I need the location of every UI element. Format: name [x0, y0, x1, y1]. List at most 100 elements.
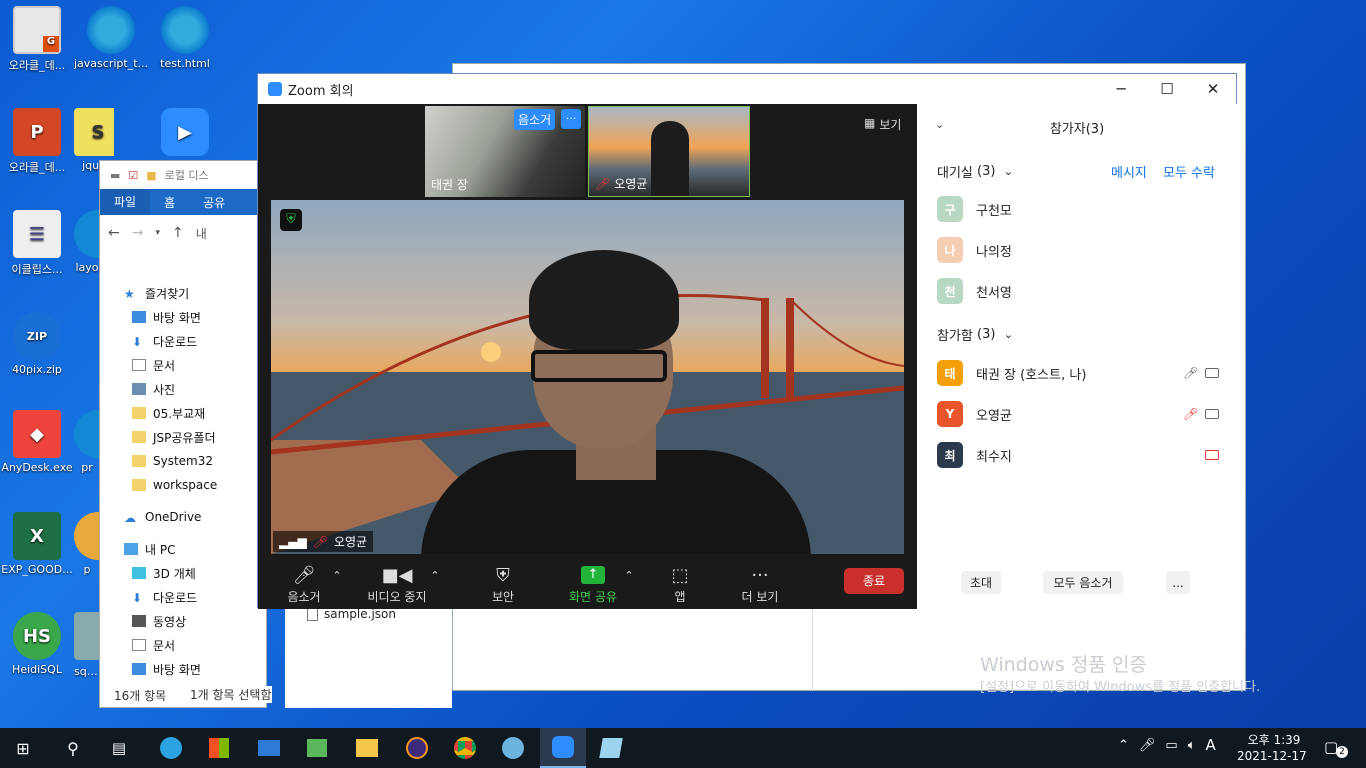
nav-item[interactable]: 바탕 화면 — [100, 305, 266, 329]
tab-home[interactable]: 홈 — [150, 194, 189, 211]
view-button[interactable]: ▦ 보기 — [864, 116, 901, 133]
mic-muted-icon[interactable]: 🎤︎ — [1183, 407, 1198, 421]
desktop-icon[interactable]: ZIP 40pix.zip — [0, 312, 74, 376]
up-icon[interactable]: ↑ — [172, 225, 184, 242]
admit-all-button[interactable]: 모두 수락 — [1163, 162, 1215, 181]
security-button[interactable]: ⛨ 보안 — [480, 554, 526, 609]
desktop-icon[interactable]: p — [74, 512, 100, 576]
main-video[interactable]: ⛨ ▂▄▆ 🎤︎ 오영균 — [271, 200, 904, 554]
sample-json[interactable]: sample.json — [324, 607, 396, 621]
desktop-icon[interactable]: P 오라클_데... — [0, 108, 74, 175]
taskbar-eclipse[interactable] — [394, 728, 440, 768]
taskbar-mail[interactable] — [246, 728, 292, 768]
waiting-participant[interactable]: 구 구천모 — [937, 196, 1012, 222]
task-view-button[interactable]: ▤ — [96, 728, 142, 768]
nav-item[interactable]: ⬇ 다운로드 — [100, 329, 266, 353]
unmute-button[interactable]: 음소거 — [514, 109, 556, 130]
address-bar[interactable]: ← → ▾ ↑ 내 — [108, 225, 207, 242]
nav-item[interactable]: 문서 — [100, 633, 266, 657]
desktop-icon[interactable]: sqlc - 바 — [74, 612, 100, 679]
taskbar-app[interactable] — [490, 728, 536, 768]
desktop-icon[interactable]: X EXP_GOOD... — [0, 512, 74, 576]
network-icon[interactable]: ▭ — [1165, 738, 1177, 753]
waiting-participant[interactable]: 나 나의정 — [937, 237, 1012, 263]
taskbar-store[interactable] — [196, 728, 242, 768]
mute-options-caret[interactable]: ⌃ — [330, 554, 344, 609]
video-icon[interactable] — [1205, 409, 1219, 419]
file-explorer-window[interactable]: ▬ ☑ ■ 로컬 디스 파일 홈 공유 ← → ▾ ↑ 내 ★ 즐겨찾기 바탕 화면 ⬇ 다운로… — [99, 160, 267, 708]
desktop-icon[interactable]: HS HeidiSQL — [0, 612, 74, 676]
participant-row[interactable]: 태 태권 장 (호스트, 나) — [937, 360, 1086, 386]
onedrive-item[interactable]: ☁ OneDrive — [100, 505, 266, 529]
mute-button[interactable]: 🎤︎ 음소거 — [276, 554, 332, 609]
quick-access[interactable]: ★ 즐겨찾기 — [100, 281, 266, 305]
zoom-window[interactable]: Zoom 회의 ─ ☐ ✕ 음소거 ··· 태권 장 🎤︎ 오영균 ▦ 보기 ⛨… — [257, 73, 1237, 609]
tab-share[interactable]: 공유 — [189, 194, 239, 211]
desktop-icon[interactable]: pr — [74, 410, 100, 474]
microphone-icon[interactable]: 🎤︎ — [1139, 738, 1156, 753]
tab-file[interactable]: 파일 — [100, 189, 151, 215]
mic-icon[interactable]: 🎤︎ — [1183, 366, 1198, 380]
video-thumbnail[interactable]: 음소거 ··· 태권 장 — [425, 106, 585, 197]
desktop-icon[interactable]: ☰ 이클립스... — [0, 210, 74, 277]
video-options-caret[interactable]: ⌃ — [428, 554, 442, 609]
nav-item[interactable]: ⬇ 다운로드 — [100, 585, 266, 609]
taskbar-media[interactable] — [294, 728, 340, 768]
taskbar-notes[interactable] — [588, 728, 634, 768]
chevron-up-icon[interactable]: ⌃ — [1118, 738, 1129, 753]
computer-icon — [124, 543, 138, 555]
taskbar-explorer[interactable] — [344, 728, 390, 768]
apps-button[interactable]: ⬚ 앱 — [663, 554, 697, 609]
desktop-icon[interactable]: layo — [74, 210, 100, 274]
this-pc-item[interactable]: 내 PC — [100, 537, 266, 561]
video-icon[interactable] — [1205, 368, 1219, 378]
notification-button[interactable]: ▢ 2 — [1324, 738, 1348, 758]
share-screen-button[interactable]: ↑ 화면 공유 — [558, 554, 628, 609]
start-button[interactable]: ⊞ — [0, 728, 46, 768]
waiting-participant[interactable]: 천 천서영 — [937, 278, 1012, 304]
minimize-icon[interactable]: ─ — [1098, 74, 1144, 104]
end-meeting-button[interactable]: 종료 — [844, 568, 904, 594]
taskbar-edge[interactable] — [148, 728, 194, 768]
more-button[interactable]: ··· 더 보기 — [736, 554, 784, 609]
desktop-icon[interactable]: ◆ AnyDesk.exe — [0, 410, 74, 474]
nav-item[interactable]: System32 — [100, 449, 266, 473]
ime-indicator[interactable]: A — [1206, 736, 1216, 754]
desktop-icon[interactable]: test.html — [148, 6, 222, 70]
joined-header[interactable]: 참가함 (3) ⌄ — [937, 325, 1013, 344]
back-icon[interactable]: ← — [108, 225, 120, 242]
search-button[interactable]: ⚲ — [50, 728, 96, 768]
participant-row[interactable]: 최 최수지 — [937, 442, 1012, 468]
participant-row[interactable]: Y 오영균 — [937, 401, 1012, 427]
panel-more-button[interactable]: ... — [1166, 571, 1190, 594]
clock-date[interactable]: 2021-12-17 — [1237, 749, 1307, 763]
desktop-icon[interactable]: G 오라클_데... — [0, 6, 74, 73]
taskbar-zoom[interactable] — [540, 728, 586, 768]
forward-icon[interactable]: → — [132, 225, 144, 242]
nav-item[interactable]: 바탕 화면 — [100, 657, 266, 681]
share-options-caret[interactable]: ⌃ — [622, 554, 636, 609]
more-options-button[interactable]: ··· — [561, 109, 581, 129]
video-thumbnail[interactable]: 🎤︎ 오영균 — [588, 106, 750, 197]
stop-video-button[interactable]: ■◀ 비디오 중지 — [362, 554, 432, 609]
volume-icon[interactable]: 🔈︎ — [1188, 738, 1196, 753]
video-off-icon[interactable] — [1205, 450, 1219, 460]
maximize-icon[interactable]: ☐ — [1144, 74, 1190, 104]
clock-time[interactable]: 오후 1:39 — [1246, 731, 1302, 748]
chevron-down-icon[interactable]: ▾ — [155, 225, 160, 242]
nav-item[interactable]: 동영상 — [100, 609, 266, 633]
nav-item[interactable]: 문서 — [100, 353, 266, 377]
nav-item[interactable]: 사진 — [100, 377, 266, 401]
mute-all-button[interactable]: 모두 음소거 — [1043, 571, 1123, 594]
desktop-icon[interactable]: javascript_t... — [74, 6, 148, 70]
invite-button[interactable]: 초대 — [961, 571, 1001, 594]
waiting-room-header[interactable]: 대기실 (3) ⌄ — [937, 162, 1013, 181]
nav-item[interactable]: 05.부교재 — [100, 401, 266, 425]
taskbar-chrome[interactable] — [442, 728, 488, 768]
nav-item[interactable]: JSP공유폴더 — [100, 425, 266, 449]
message-button[interactable]: 메시지 — [1111, 162, 1147, 181]
nav-item[interactable]: 3D 개체 — [100, 561, 266, 585]
desktop-icon[interactable]: ▶ — [148, 108, 222, 159]
close-icon[interactable]: ✕ — [1190, 74, 1236, 104]
nav-item[interactable]: workspace — [100, 473, 266, 497]
